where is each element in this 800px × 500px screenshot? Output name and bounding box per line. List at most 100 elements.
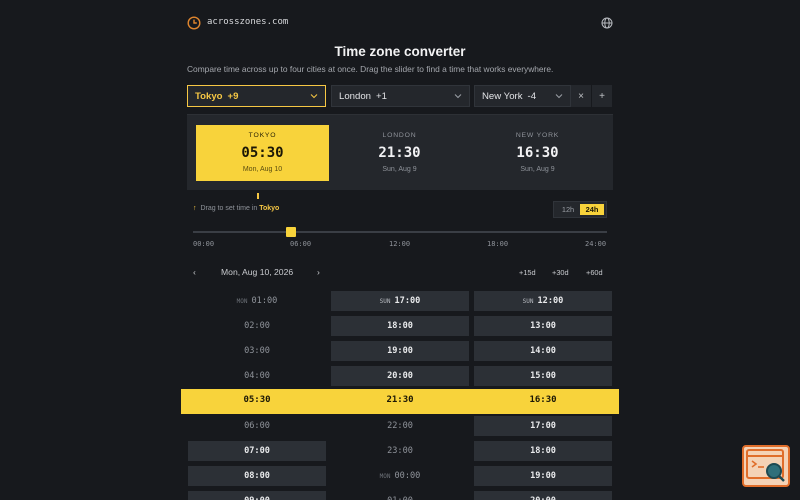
active-city-marker [257,193,259,199]
hour-cell-time: 01:00 [387,496,413,500]
card-city-name: TOKYO [248,132,277,139]
hour-cell-time: 12:00 [537,296,564,306]
selected-time-london: 21:30 [386,395,414,405]
hour-cell[interactable]: 09:00 [188,491,326,500]
hour-cell-time: 14:00 [530,346,556,356]
time-cards-panel: TOKYO 05:30 Mon, Aug 10 LONDON 21:30 Sun… [187,114,613,190]
hour-cell[interactable]: 01:00 [331,491,469,500]
hour-cell-time: 13:00 [530,321,556,331]
jump-15d-button[interactable]: +15d [519,268,536,277]
hour-cell[interactable]: 19:00 [474,466,612,486]
city-select-name: Tokyo [195,90,223,102]
selected-time-tokyo: 05:30 [243,395,271,405]
hour-cell[interactable]: SUN 17:00 [331,291,469,311]
drag-hint: ↑ Drag to set time in Tokyo [193,205,279,212]
hour-cell[interactable]: 04:00 [188,366,326,386]
hour-cell-time: 02:00 [244,321,270,331]
add-city-button[interactable]: + [592,85,612,107]
page-subtitle: Compare time across up to four cities at… [187,64,554,74]
hour-cell[interactable]: 23:00 [331,441,469,461]
slider-tick: 24:00 [585,240,607,248]
chevron-down-icon [310,94,318,99]
card-date: Mon, Aug 10 [242,166,283,173]
site-header: acrosszones.com [187,16,613,32]
hour-cell[interactable]: 17:00 [474,416,612,436]
globe-icon[interactable] [601,17,613,29]
hour-cell-time: 18:00 [530,446,556,456]
hour-cell-time: 08:00 [244,471,270,481]
hour-cell[interactable]: 02:00 [188,316,326,336]
hour-cell[interactable]: 14:00 [474,341,612,361]
hour-cell-time: 03:00 [244,346,270,356]
jump-30d-button[interactable]: +30d [552,268,569,277]
hour-cell-time: 17:00 [394,296,421,306]
time-slider-track[interactable] [193,231,607,233]
hour-cell-time: 20:00 [530,496,556,500]
next-date-button[interactable]: › [317,267,320,277]
city-select-tokyo[interactable]: Tokyo +9 [187,85,326,107]
hour-cell[interactable]: 03:00 [188,341,326,361]
hour-cell[interactable]: 08:00 [188,466,326,486]
time-card-new-york[interactable]: NEW YORK 16:30 Sun, Aug 9 [471,125,604,181]
hour-cell-time: 07:00 [244,446,270,456]
chevron-down-icon [454,94,462,99]
code-search-icon [746,449,785,482]
hour-cell-time: 17:00 [530,421,556,431]
card-time: 16:30 [516,145,559,161]
hour-cell[interactable]: MON 00:00 [331,466,469,486]
card-date: Sun, Aug 9 [520,166,555,173]
hour-cell[interactable]: 20:00 [474,491,612,500]
hour-cell-time: 19:00 [530,471,556,481]
hour-cell[interactable]: SUN 12:00 [474,291,612,311]
hour-cell-time: 00:00 [394,471,421,481]
city-select-offset: -4 [527,90,537,102]
city-select-offset: +1 [376,90,387,102]
slider-tick: 00:00 [193,240,215,248]
jump-60d-button[interactable]: +60d [586,268,603,277]
slider-tick: 12:00 [389,240,411,248]
hour-cell-day: SUN [522,297,534,305]
hour-cell-day: MON [236,297,248,305]
hour-cell[interactable]: MON 01:00 [188,291,326,311]
city-select-name: London [339,90,372,102]
slider-tick: 18:00 [487,240,509,248]
city-select-new-york[interactable]: New York -4 [474,85,571,107]
hour-cell[interactable]: 22:00 [331,416,469,436]
hour-cell[interactable]: 18:00 [331,316,469,336]
feedback-widget[interactable] [742,445,790,487]
hour-cell[interactable]: 19:00 [331,341,469,361]
card-time: 21:30 [378,145,421,161]
city-select-london[interactable]: London +1 [331,85,470,107]
clock-logo-icon[interactable] [187,16,201,30]
time-card-tokyo[interactable]: TOKYO 05:30 Mon, Aug 10 [196,125,329,181]
drag-hint-text: Drag to set time in [200,205,258,212]
hour-cell[interactable]: 06:00 [188,416,326,436]
time-slider-thumb[interactable] [286,227,296,237]
hour-cell-time: 01:00 [251,296,278,306]
hour-cell[interactable]: 13:00 [474,316,612,336]
toggle-12h[interactable]: 12h [556,204,580,215]
current-date: Mon, Aug 10, 2026 [221,267,294,277]
hour-cell-time: 23:00 [387,446,413,456]
hour-cell[interactable]: 15:00 [474,366,612,386]
remove-city-button[interactable]: × [571,85,591,107]
prev-date-button[interactable]: ‹ [193,267,196,277]
hour-cell[interactable]: 07:00 [188,441,326,461]
hour-cell[interactable]: 20:00 [331,366,469,386]
slider-tick: 06:00 [290,240,312,248]
card-time: 05:30 [241,145,284,161]
hour-cell-day: MON [379,472,391,480]
time-card-london[interactable]: LONDON 21:30 Sun, Aug 9 [333,125,466,181]
card-date: Sun, Aug 9 [382,166,417,173]
hour-cell-time: 15:00 [530,371,556,381]
toggle-24h[interactable]: 24h [580,204,604,215]
city-select-name: New York [482,90,523,102]
drag-hint-city: Tokyo [259,205,280,212]
hour-cell-time: 04:00 [244,371,270,381]
city-select-offset: +9 [227,90,239,102]
hour-cell[interactable]: 18:00 [474,441,612,461]
hour-format-toggle: 12h 24h [553,201,607,218]
site-name[interactable]: acrosszones.com [207,17,288,27]
hour-cell-time: 20:00 [387,371,413,381]
hour-cell-day: SUN [379,297,391,305]
